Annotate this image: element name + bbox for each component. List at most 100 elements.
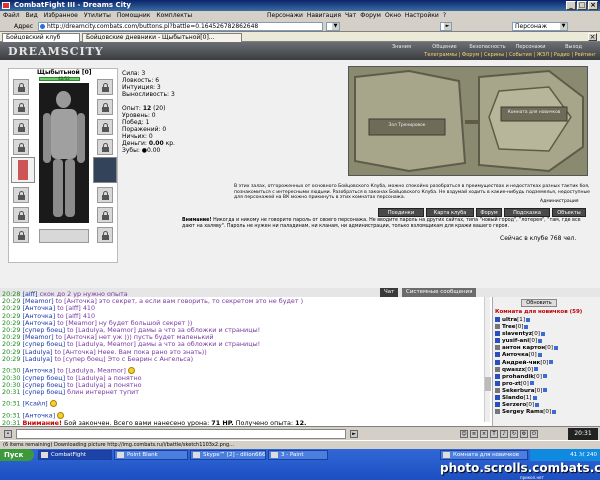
menu-file[interactable]: Файл [0,12,23,19]
start-button[interactable]: Пуск [0,449,34,461]
window-title-bar[interactable]: CombatFight III - Dreams City _ □ × [0,0,600,11]
translit-icon[interactable]: T [490,430,498,438]
user-list-item[interactable]: slaventyz[0] [495,331,599,338]
character-figure[interactable] [39,83,89,223]
chat-recipient[interactable]: to [супер боец] [55,355,106,363]
task-skype[interactable]: Skype™ [2] - dilion666 [190,450,266,460]
equip-slot[interactable] [97,207,113,223]
info-icon[interactable] [526,317,531,322]
equip-slot[interactable] [13,99,29,115]
game-nav-sub[interactable]: Телеграммы | Форум | Скрины | События | … [380,52,600,59]
info-icon[interactable] [535,402,540,407]
equip-slot[interactable] [97,79,113,95]
club-map[interactable]: Зал Тренировок Комната для новичков [348,66,588,176]
sound-icon[interactable]: ♪ [500,430,508,438]
info-icon[interactable] [538,338,543,343]
user-name[interactable]: prohandik [502,374,534,380]
task-point-blank[interactable]: Point Blank [114,450,188,460]
user-name[interactable]: антон картон [502,345,545,351]
equip-slot[interactable] [97,99,113,115]
user-name[interactable]: Sergey Rams [502,409,543,415]
refresh-chat-icon[interactable]: ↻ [510,430,518,438]
info-icon[interactable] [532,395,537,400]
info-icon[interactable] [537,352,542,357]
filter-icon[interactable]: ≡ [470,430,478,438]
user-list-item[interactable]: Анточка[0] [495,352,599,359]
objects-button[interactable]: Объекты [552,208,586,217]
user-list-item[interactable]: yusif-ani[0] [495,338,599,345]
smiley-icon[interactable]: ☺ [460,430,468,438]
equip-slot[interactable] [13,119,29,135]
info-icon[interactable] [549,360,554,365]
chat-mode-icon[interactable]: • [4,430,12,438]
hint-button[interactable]: Подсказка [504,208,550,217]
user-name[interactable]: yusif-ani [502,338,529,344]
belt-slot[interactable] [39,229,89,243]
menu-helper[interactable]: Помощник [114,12,153,19]
user-name[interactable]: Slando [502,395,524,401]
user-name[interactable]: Serzero [502,402,526,408]
equip-slot[interactable] [13,207,29,223]
equip-slot[interactable] [97,139,113,155]
info-icon[interactable] [554,345,558,350]
menu-settings[interactable]: Настройки [403,12,441,19]
send-icon[interactable]: ► [350,430,358,438]
nav-knowledge[interactable]: Знания [380,44,423,50]
forum-button[interactable]: Форум [476,208,502,217]
user-name[interactable]: ultra [502,317,517,323]
user-name[interactable]: Анточка [502,352,529,358]
chat-scrollbar[interactable] [484,297,491,422]
user-name[interactable]: Sekerbura [502,388,534,394]
nav-communication[interactable]: Общение [423,44,466,50]
user-list-item[interactable]: антон картон[0] [495,345,599,352]
tab-fight-diaries[interactable]: Бойцовские дневники - Щыбытьной[0]... [82,33,242,42]
maximize-button[interactable]: □ [577,1,587,10]
chat-input[interactable] [16,429,346,439]
menu-help[interactable]: ? [441,12,448,19]
equip-slot[interactable] [97,227,113,243]
user-name[interactable]: Tree [502,324,516,330]
user-name[interactable]: pro-zt [502,381,521,387]
refresh-button[interactable]: Обновить [521,299,557,307]
info-icon[interactable] [529,381,534,386]
menu-kits[interactable]: Комплекты [153,12,195,19]
equip-slot[interactable] [97,119,113,135]
menu-view[interactable]: Вид [23,12,41,19]
task-combatfight[interactable]: CombatFight [38,450,112,460]
clear-icon[interactable]: × [480,430,488,438]
info-icon[interactable] [552,409,557,414]
user-list-item[interactable]: Sekerbura[0] [495,387,599,395]
item-pants[interactable] [93,157,117,183]
user-name[interactable]: qwaszx [502,367,525,373]
user-list-item[interactable]: prohandik[0] [495,373,599,381]
info-icon[interactable] [543,388,548,393]
info-icon[interactable] [524,324,529,329]
chat-nick[interactable]: [супер боец] [22,388,65,396]
equip-slot[interactable] [13,139,29,155]
character-combo[interactable]: Персонаж ▼ [512,22,568,31]
club-map-button[interactable]: Карта клуба [426,208,474,217]
close-button[interactable]: × [588,1,598,10]
menu-navigation[interactable]: Навигация [305,12,343,19]
info-icon[interactable] [534,367,539,372]
equip-slot[interactable] [13,79,29,95]
user-list-item[interactable]: ultra[1] [495,317,599,324]
user-list-item[interactable]: Sergey Rams[0] [495,409,599,416]
exit-icon[interactable]: ⏻ [530,430,538,438]
equip-slot[interactable] [13,227,29,243]
chat-nick[interactable]: [Ксайл] [22,400,47,408]
task-newbie-room[interactable]: Комната для новичков [440,450,528,460]
nav-characters[interactable]: Персонажи [509,44,552,50]
user-list-item[interactable]: Slando[1] [495,395,599,402]
chat-nick[interactable]: [Ladulya] [22,355,52,363]
nav-exit[interactable]: Выход [552,44,595,50]
user-list-item[interactable]: Serzero[0] [495,402,599,409]
character-name[interactable]: Щыбытьной [0] [37,69,92,76]
item-shirt[interactable] [11,157,35,183]
nav-security[interactable]: Безопасность [466,44,509,50]
menu-characters[interactable]: Персонажи [265,12,305,19]
user-list-item[interactable]: Tree[0] [495,324,599,331]
address-dropdown[interactable]: ▼ [326,22,340,31]
user-name[interactable]: slaventyz [502,331,532,337]
user-name[interactable]: Андрей-чик [502,360,540,366]
